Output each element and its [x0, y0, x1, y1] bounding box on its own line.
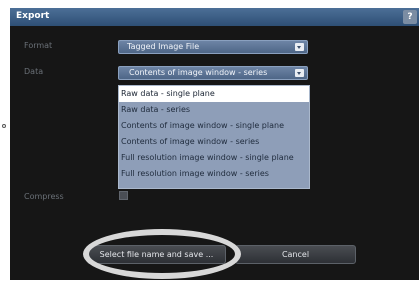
- export-dialog: Export ? Format Tagged Image File Data C…: [10, 8, 419, 280]
- compress-checkbox[interactable]: [119, 191, 128, 200]
- data-label: Data: [24, 67, 44, 76]
- dialog-title: Export: [16, 11, 50, 21]
- dropdown-option[interactable]: Raw data - series: [119, 102, 309, 118]
- compress-label: Compress: [24, 192, 64, 201]
- dropdown-option[interactable]: Full resolution image window - single pl…: [119, 150, 309, 166]
- cancel-button[interactable]: Cancel: [235, 245, 356, 264]
- title-bar: Export ?: [10, 8, 419, 26]
- dropdown-option[interactable]: Contents of image window - series: [119, 134, 309, 150]
- format-select-value: Tagged Image File: [127, 42, 200, 51]
- format-select[interactable]: Tagged Image File: [118, 40, 308, 54]
- chevron-down-icon[interactable]: [295, 43, 304, 51]
- data-select-value: Contents of image window - series: [129, 68, 268, 77]
- dropdown-option[interactable]: Full resolution image window - series: [119, 166, 309, 182]
- dropdown-option[interactable]: Raw data - single plane: [119, 86, 309, 102]
- help-button[interactable]: ?: [403, 10, 417, 24]
- format-label: Format: [24, 41, 53, 50]
- margin-dot: [2, 124, 6, 128]
- save-button[interactable]: Select file name and save ...: [87, 245, 226, 264]
- chevron-down-icon[interactable]: [295, 69, 304, 77]
- data-dropdown-list: Raw data - single plane Raw data - serie…: [118, 85, 310, 189]
- data-select[interactable]: Contents of image window - series: [118, 66, 308, 80]
- dropdown-option[interactable]: Contents of image window - single plane: [119, 118, 309, 134]
